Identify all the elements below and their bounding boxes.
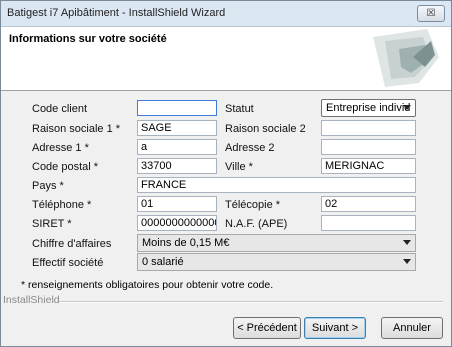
ville-field[interactable]: MERIGNAC — [321, 158, 416, 174]
chiffre-affaires-value: Moins de 0,15 M€ — [142, 237, 230, 249]
close-button[interactable]: ☒ — [417, 5, 445, 22]
installer-window: Batigest i7 Apibâtiment - InstallShield … — [0, 0, 452, 347]
raison-sociale-2-label: Raison sociale 2 — [225, 123, 306, 135]
page-title: Informations sur votre société — [9, 33, 167, 45]
telephone-field[interactable]: 01 — [137, 196, 217, 212]
adresse-1-label: Adresse 1 * — [32, 142, 89, 154]
installshield-logo-icon — [373, 29, 439, 87]
chevron-down-icon — [403, 240, 411, 245]
pays-label: Pays * — [32, 180, 64, 192]
telecopie-field[interactable]: 02 — [321, 196, 416, 212]
naf-field[interactable] — [321, 215, 416, 231]
pays-field[interactable]: FRANCE — [137, 177, 416, 193]
raison-sociale-1-field[interactable]: SAGE — [137, 120, 217, 136]
footer-divider — [59, 301, 443, 303]
chevron-down-icon — [403, 259, 411, 264]
siret-field[interactable]: 00000000000000 — [137, 215, 217, 231]
code-postal-field[interactable]: 33700 — [137, 158, 217, 174]
code-client-label: Code client — [32, 103, 88, 115]
adresse-2-label: Adresse 2 — [225, 142, 275, 154]
chiffre-affaires-select[interactable]: Moins de 0,15 M€ — [137, 234, 416, 252]
installshield-brand: InstallShield — [3, 294, 60, 306]
adresse-1-field[interactable]: a — [137, 139, 217, 155]
raison-sociale-2-field[interactable] — [321, 120, 416, 136]
raison-sociale-1-label: Raison sociale 1 * — [32, 123, 121, 135]
required-fields-note: * renseignements obligatoires pour obten… — [21, 279, 274, 291]
window-title: Batigest i7 Apibâtiment - InstallShield … — [7, 7, 226, 19]
wizard-header: Informations sur votre société — [1, 27, 451, 91]
effectif-select[interactable]: 0 salarié — [137, 253, 416, 271]
cancel-button[interactable]: Annuler — [381, 317, 443, 339]
siret-label: SIRET * — [32, 218, 72, 230]
statut-label: Statut — [225, 103, 254, 115]
effectif-label: Effectif société — [32, 257, 104, 269]
next-button[interactable]: Suivant > — [304, 317, 366, 339]
previous-button[interactable]: < Précédent — [233, 317, 301, 339]
naf-label: N.A.F. (APE) — [225, 218, 288, 230]
effectif-value: 0 salarié — [142, 256, 184, 268]
telephone-label: Téléphone * — [32, 199, 92, 211]
adresse-2-field[interactable] — [321, 139, 416, 155]
telecopie-label: Télécopie * — [225, 199, 281, 211]
code-client-field[interactable] — [137, 100, 217, 116]
title-bar: Batigest i7 Apibâtiment - InstallShield … — [1, 1, 451, 27]
ville-label: Ville * — [225, 161, 253, 173]
code-postal-label: Code postal * — [32, 161, 99, 173]
statut-select-value: Entreprise individ — [326, 102, 411, 114]
chiffre-affaires-label: Chiffre d'affaires — [32, 238, 112, 250]
statut-select[interactable]: Entreprise individ — [321, 99, 416, 117]
chevron-down-icon — [403, 105, 411, 110]
